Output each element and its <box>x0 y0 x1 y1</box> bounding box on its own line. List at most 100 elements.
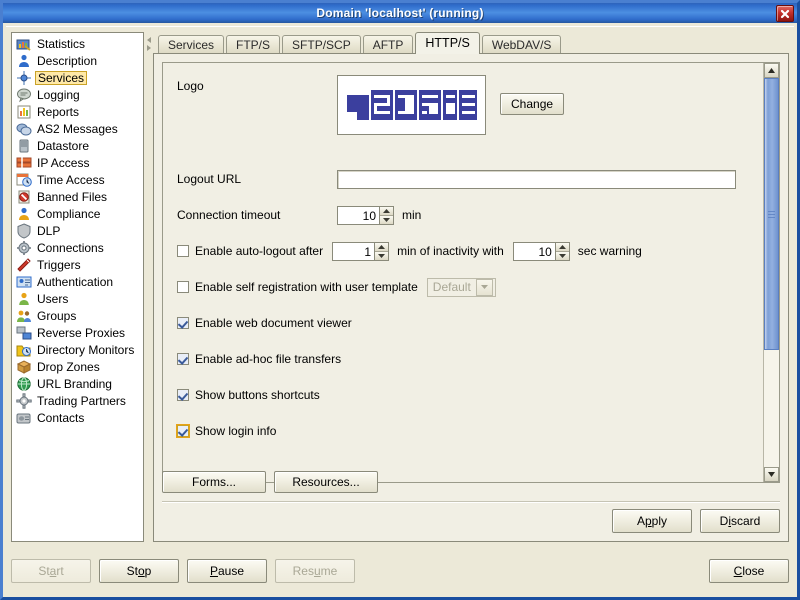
sidebar-item-banned-files[interactable]: Banned Files <box>14 188 143 205</box>
as2-messages-icon <box>16 123 32 135</box>
auto-logout-checkbox[interactable] <box>177 245 189 257</box>
web-document-viewer-checkbox[interactable] <box>177 317 189 329</box>
compliance-icon <box>16 206 32 222</box>
settings-vertical-scrollbar[interactable] <box>763 63 779 482</box>
scroll-up-button[interactable] <box>764 63 779 78</box>
adhoc-transfers-checkbox[interactable] <box>177 353 189 365</box>
auto-logout-seconds-spinner-arrows[interactable] <box>554 242 569 260</box>
start-button[interactable]: Start <box>11 559 91 583</box>
sidebar-item-logging[interactable]: Logging <box>14 86 143 103</box>
splitter-expand-right-icon[interactable] <box>146 45 151 51</box>
sidebar-item-services[interactable]: Services <box>14 69 143 86</box>
sidebar-item-connections[interactable]: Connections <box>14 239 143 256</box>
sidebar-item-reverse-proxies[interactable]: Reverse Proxies <box>14 324 143 341</box>
sidebar-item-authentication[interactable]: Authentication <box>14 273 143 290</box>
trading-partners-icon <box>16 392 32 409</box>
web-document-viewer-row: Enable web document viewer <box>177 305 749 341</box>
sidebar-item-compliance[interactable]: Compliance <box>14 205 143 222</box>
scrollbar-thumb[interactable] <box>764 78 779 351</box>
pause-button[interactable]: Pause <box>187 559 267 583</box>
sidebar-splitter[interactable] <box>144 32 153 542</box>
resume-button[interactable]: Resume <box>275 559 355 583</box>
sidebar-item-reports[interactable]: Reports <box>14 103 143 120</box>
tab-ftp-s[interactable]: FTP/S <box>226 35 281 54</box>
spinner-up-icon[interactable] <box>380 206 393 216</box>
resources-button[interactable]: Resources... <box>274 471 378 493</box>
connection-timeout-spinner[interactable]: 10 <box>337 205 394 225</box>
sidebar-item-users[interactable]: Users <box>14 290 143 307</box>
window-close-button[interactable] <box>776 5 794 22</box>
user-template-combo[interactable]: Default <box>426 277 496 297</box>
tab-http-s[interactable]: HTTP/S <box>415 32 480 54</box>
sidebar-item-trading-partners[interactable]: Trading Partners <box>14 392 143 409</box>
triggers-icon <box>16 257 32 273</box>
scrollbar-track[interactable] <box>764 78 779 467</box>
spinner-up-icon[interactable] <box>555 242 569 252</box>
sidebar-item-contacts[interactable]: Contacts <box>14 409 143 426</box>
sidebar-item-url-branding[interactable]: URL Branding <box>14 375 143 392</box>
service-tabs[interactable]: Services FTP/S SFTP/SCP AFTP HTTP/S WebDAV/S <box>153 32 789 54</box>
sidebar-item-datastore[interactable]: Datastore <box>14 137 143 154</box>
sidebar-item-label: Contacts <box>37 410 85 425</box>
sidebar-item-groups[interactable]: Groups <box>14 307 143 324</box>
sidebar-item-label: Directory Monitors <box>37 342 135 357</box>
change-logo-button[interactable]: Change <box>500 93 565 115</box>
sidebar-item-ip-access[interactable]: IP Access <box>14 154 143 171</box>
tab-webdav-s[interactable]: WebDAV/S <box>481 35 562 54</box>
description-icon <box>19 54 29 67</box>
close-button[interactable]: Close <box>709 559 789 583</box>
self-registration-checkbox[interactable] <box>177 281 189 293</box>
groups-icon <box>16 308 32 324</box>
scrollbar-thumb-grip <box>768 209 775 219</box>
banned-files-icon <box>18 190 30 203</box>
buttons-shortcuts-checkbox[interactable] <box>177 389 189 401</box>
spinner-up-icon[interactable] <box>375 242 389 252</box>
connection-timeout-value[interactable]: 10 <box>338 206 379 224</box>
sidebar-item-time-access[interactable]: Time Access <box>14 171 143 188</box>
as2-messages-icon <box>16 121 32 137</box>
sidebar-item-label: Compliance <box>37 206 101 221</box>
connection-timeout-spinner-arrows[interactable] <box>379 206 393 224</box>
splitter-collapse-left-icon[interactable] <box>146 37 151 43</box>
navigation-sidebar[interactable]: Statistics Description Services Logging Repo… <box>11 32 144 542</box>
sidebar-item-label: IP Access <box>37 155 90 170</box>
reverse-proxies-icon <box>16 326 32 339</box>
spinner-down-icon[interactable] <box>380 215 393 224</box>
ip-access-icon <box>16 155 32 171</box>
close-icon <box>780 9 790 18</box>
tab-sftp-scp[interactable]: SFTP/SCP <box>282 35 361 54</box>
auto-logout-minutes-spinner[interactable]: 1 <box>332 241 390 261</box>
settings-scroll-area: Logo Change Logout URL Connection timeou… <box>162 62 780 483</box>
forms-button[interactable]: Forms... <box>162 471 266 493</box>
chevron-down-icon[interactable] <box>475 278 493 296</box>
sidebar-item-as2-messages[interactable]: AS2 Messages <box>14 120 143 137</box>
stop-button[interactable]: Stop <box>99 559 179 583</box>
tab-services[interactable]: Services <box>158 35 225 54</box>
adhoc-transfers-label: Enable ad-hoc file transfers <box>195 352 342 366</box>
triggers-icon <box>17 257 31 272</box>
time-access-icon <box>16 173 32 187</box>
auto-logout-seconds-spinner[interactable]: 10 <box>512 241 570 261</box>
auto-logout-minutes-spinner-arrows[interactable] <box>374 242 389 260</box>
spinner-down-icon[interactable] <box>375 251 389 260</box>
sidebar-item-dlp[interactable]: DLP <box>14 222 143 239</box>
connection-timeout-unit: min <box>402 208 422 222</box>
service-pane: Services FTP/S SFTP/SCP AFTP HTTP/S WebDAV/S … <box>153 32 789 542</box>
discard-button[interactable]: Discard <box>700 509 780 533</box>
sidebar-item-label: Reports <box>37 104 80 119</box>
sidebar-item-triggers[interactable]: Triggers <box>14 256 143 273</box>
reports-icon <box>17 105 31 118</box>
spinner-down-icon[interactable] <box>555 251 569 260</box>
apply-button[interactable]: Apply <box>612 509 692 533</box>
sidebar-item-label: Description <box>37 53 98 68</box>
sidebar-item-statistics[interactable]: Statistics <box>14 35 143 52</box>
sidebar-item-description[interactable]: Description <box>14 52 143 69</box>
tab-aftp[interactable]: AFTP <box>362 35 414 54</box>
auto-logout-seconds-value[interactable]: 10 <box>513 242 555 260</box>
logout-url-input[interactable] <box>337 169 736 189</box>
sidebar-item-directory-monitors[interactable]: Directory Monitors <box>14 341 143 358</box>
login-info-checkbox[interactable] <box>176 424 190 438</box>
directory-monitors-icon <box>16 345 31 356</box>
auto-logout-minutes-value[interactable]: 1 <box>333 242 375 260</box>
sidebar-item-drop-zones[interactable]: Drop Zones <box>14 358 143 375</box>
